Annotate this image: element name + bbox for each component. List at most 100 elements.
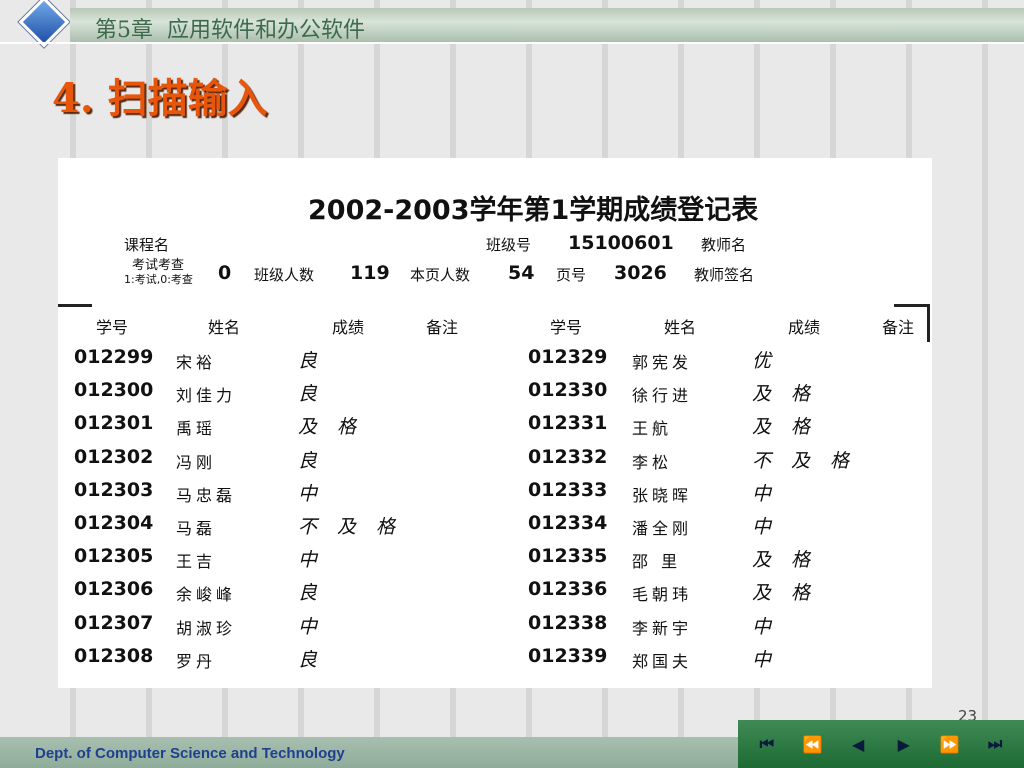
col-head-right-grade: 成绩: [788, 318, 821, 337]
left-student-name: 冯刚: [176, 452, 217, 472]
left-grade: 良: [298, 449, 338, 472]
right-student-id: 012333: [528, 478, 608, 501]
right-student-id: 012338: [528, 611, 608, 634]
right-student-name: 王航: [632, 419, 673, 439]
left-student-name: 胡淑珍: [176, 618, 237, 638]
right-student-name: 李新宇: [632, 618, 693, 638]
class-no: 15100601: [568, 232, 674, 254]
page-no: 3026: [614, 262, 667, 284]
col-head-left-name: 姓名: [208, 318, 241, 337]
left-student-name: 宋裕: [176, 353, 217, 372]
right-student-id: 012330: [528, 379, 608, 402]
page-no-label: 页号: [556, 266, 587, 284]
col-head-right-note: 备注: [882, 318, 915, 337]
left-student-name: 刘佳力: [176, 386, 237, 406]
right-grade: 及格: [752, 582, 831, 605]
right-grade: 不及格: [752, 449, 870, 472]
table-row: 012299 宋裕 良 012329 郭宪发 优: [58, 342, 932, 375]
right-student-id: 012335: [528, 545, 608, 568]
exam-type-note: 1:考试,0:考查: [124, 273, 193, 286]
next-slide-icon[interactable]: ▶: [886, 735, 922, 754]
right-student-name: 张晓晖: [632, 485, 693, 505]
left-student-name: 王吉: [176, 552, 217, 572]
left-student-id: 012306: [74, 578, 154, 601]
left-student-name: 余峻峰: [176, 585, 237, 605]
col-head-left-note: 备注: [426, 318, 459, 337]
col-head-left-grade: 成绩: [332, 318, 365, 337]
left-grade: 良: [298, 383, 338, 406]
course-label: 课程名: [124, 236, 170, 254]
col-head-right-id: 学号: [550, 318, 583, 337]
right-student-name: 毛朝玮: [632, 585, 693, 605]
left-grade: 中: [298, 615, 338, 638]
right-student-id: 012334: [528, 512, 608, 534]
right-student-id: 012329: [528, 346, 608, 368]
left-student-id: 012299: [74, 346, 154, 368]
left-grade: 中: [298, 482, 338, 505]
right-student-id: 012331: [528, 412, 608, 435]
next-section-icon[interactable]: ⏩: [931, 735, 967, 754]
previous-slide-icon[interactable]: ◀: [840, 735, 876, 754]
left-student-name: 马磊: [176, 519, 217, 538]
table-row: 012304 马磊 不及格 012334 潘全刚 中: [58, 508, 932, 541]
table-row: 012308 罗丹 良 012339 郑国夫 中: [58, 641, 932, 674]
right-student-name: 郑国夫: [632, 651, 693, 671]
left-student-id: 012305: [74, 545, 154, 568]
left-student-name: 禹瑶: [176, 419, 217, 439]
right-student-name: 郭宪发: [632, 353, 693, 372]
left-student-id: 012303: [74, 478, 154, 501]
scan-title: 2002-2003学年第1学期成绩登记表: [308, 195, 759, 226]
col-head-left-id: 学号: [96, 318, 129, 337]
teacher-label: 教师名: [701, 236, 747, 254]
page-count: 54: [508, 262, 535, 284]
table-row: 012300 刘佳力 良 012330 徐行进 及格: [58, 375, 932, 408]
right-student-id: 012332: [528, 445, 608, 468]
left-student-id: 012300: [74, 379, 154, 402]
right-grade: 中: [752, 615, 792, 638]
last-slide-icon[interactable]: ⏭: [977, 734, 1013, 754]
right-student-name: 李松: [632, 452, 673, 472]
right-grade: 中: [752, 648, 792, 671]
class-size: 119: [350, 262, 390, 284]
exam-type-label: 考试考查: [132, 258, 185, 273]
right-grade: 及格: [752, 383, 831, 406]
left-grade: 及格: [298, 416, 377, 439]
logo-diamond-icon: [18, 0, 70, 48]
scanned-grade-sheet: 2002-2003学年第1学期成绩登记表 课程名 班级号 15100601 教师…: [58, 158, 932, 688]
col-head-right-name: 姓名: [664, 318, 697, 337]
table-rule-left: [58, 304, 92, 307]
page-count-label: 本页人数: [410, 266, 471, 284]
previous-section-icon[interactable]: ⏪: [794, 735, 830, 754]
right-student-id: 012339: [528, 644, 608, 667]
left-student-name: 马忠磊: [176, 485, 237, 505]
right-student-name: 邵 里: [632, 552, 682, 572]
table-row: 012301 禹瑶 及格 012331 王航 及格: [58, 408, 932, 441]
right-grade: 中: [752, 482, 792, 505]
exam-type-value: 0: [218, 262, 232, 284]
table-row: 012302 冯刚 良 012332 李松 不及格: [58, 442, 932, 475]
class-size-label: 班级人数: [254, 266, 315, 284]
left-student-id: 012304: [74, 512, 154, 534]
left-grade: 中: [298, 549, 338, 572]
right-grade: 及格: [752, 416, 831, 439]
left-grade: 不及格: [298, 516, 416, 538]
left-grade: 良: [298, 582, 338, 605]
first-slide-icon[interactable]: ⏮: [749, 734, 785, 754]
left-student-id: 012308: [74, 644, 154, 667]
slide-navigation: ⏮ ⏪ ◀ ▶ ⏩ ⏭: [738, 720, 1024, 768]
left-student-name: 罗丹: [176, 651, 217, 671]
footer-department: Dept. of Computer Science and Technology: [35, 745, 345, 762]
right-student-name: 徐行进: [632, 386, 693, 406]
slide-heading: 4. 扫描输入: [52, 75, 268, 122]
right-grade: 优: [752, 350, 792, 372]
table-row: 012303 马忠磊 中 012333 张晓晖 中: [58, 475, 932, 508]
table-row: 012305 王吉 中 012335 邵 里 及格: [58, 541, 932, 574]
right-grade: 及格: [752, 549, 831, 572]
left-student-id: 012301: [74, 412, 154, 435]
right-student-id: 012336: [528, 578, 608, 601]
table-row: 012306 余峻峰 良 012336 毛朝玮 及格: [58, 574, 932, 607]
teacher-sign-label: 教师签名: [694, 266, 755, 284]
right-student-name: 潘全刚: [632, 519, 693, 538]
table-rule-vertical: [927, 304, 930, 342]
table-row: 012307 胡淑珍 中 012338 李新宇 中: [58, 608, 932, 641]
